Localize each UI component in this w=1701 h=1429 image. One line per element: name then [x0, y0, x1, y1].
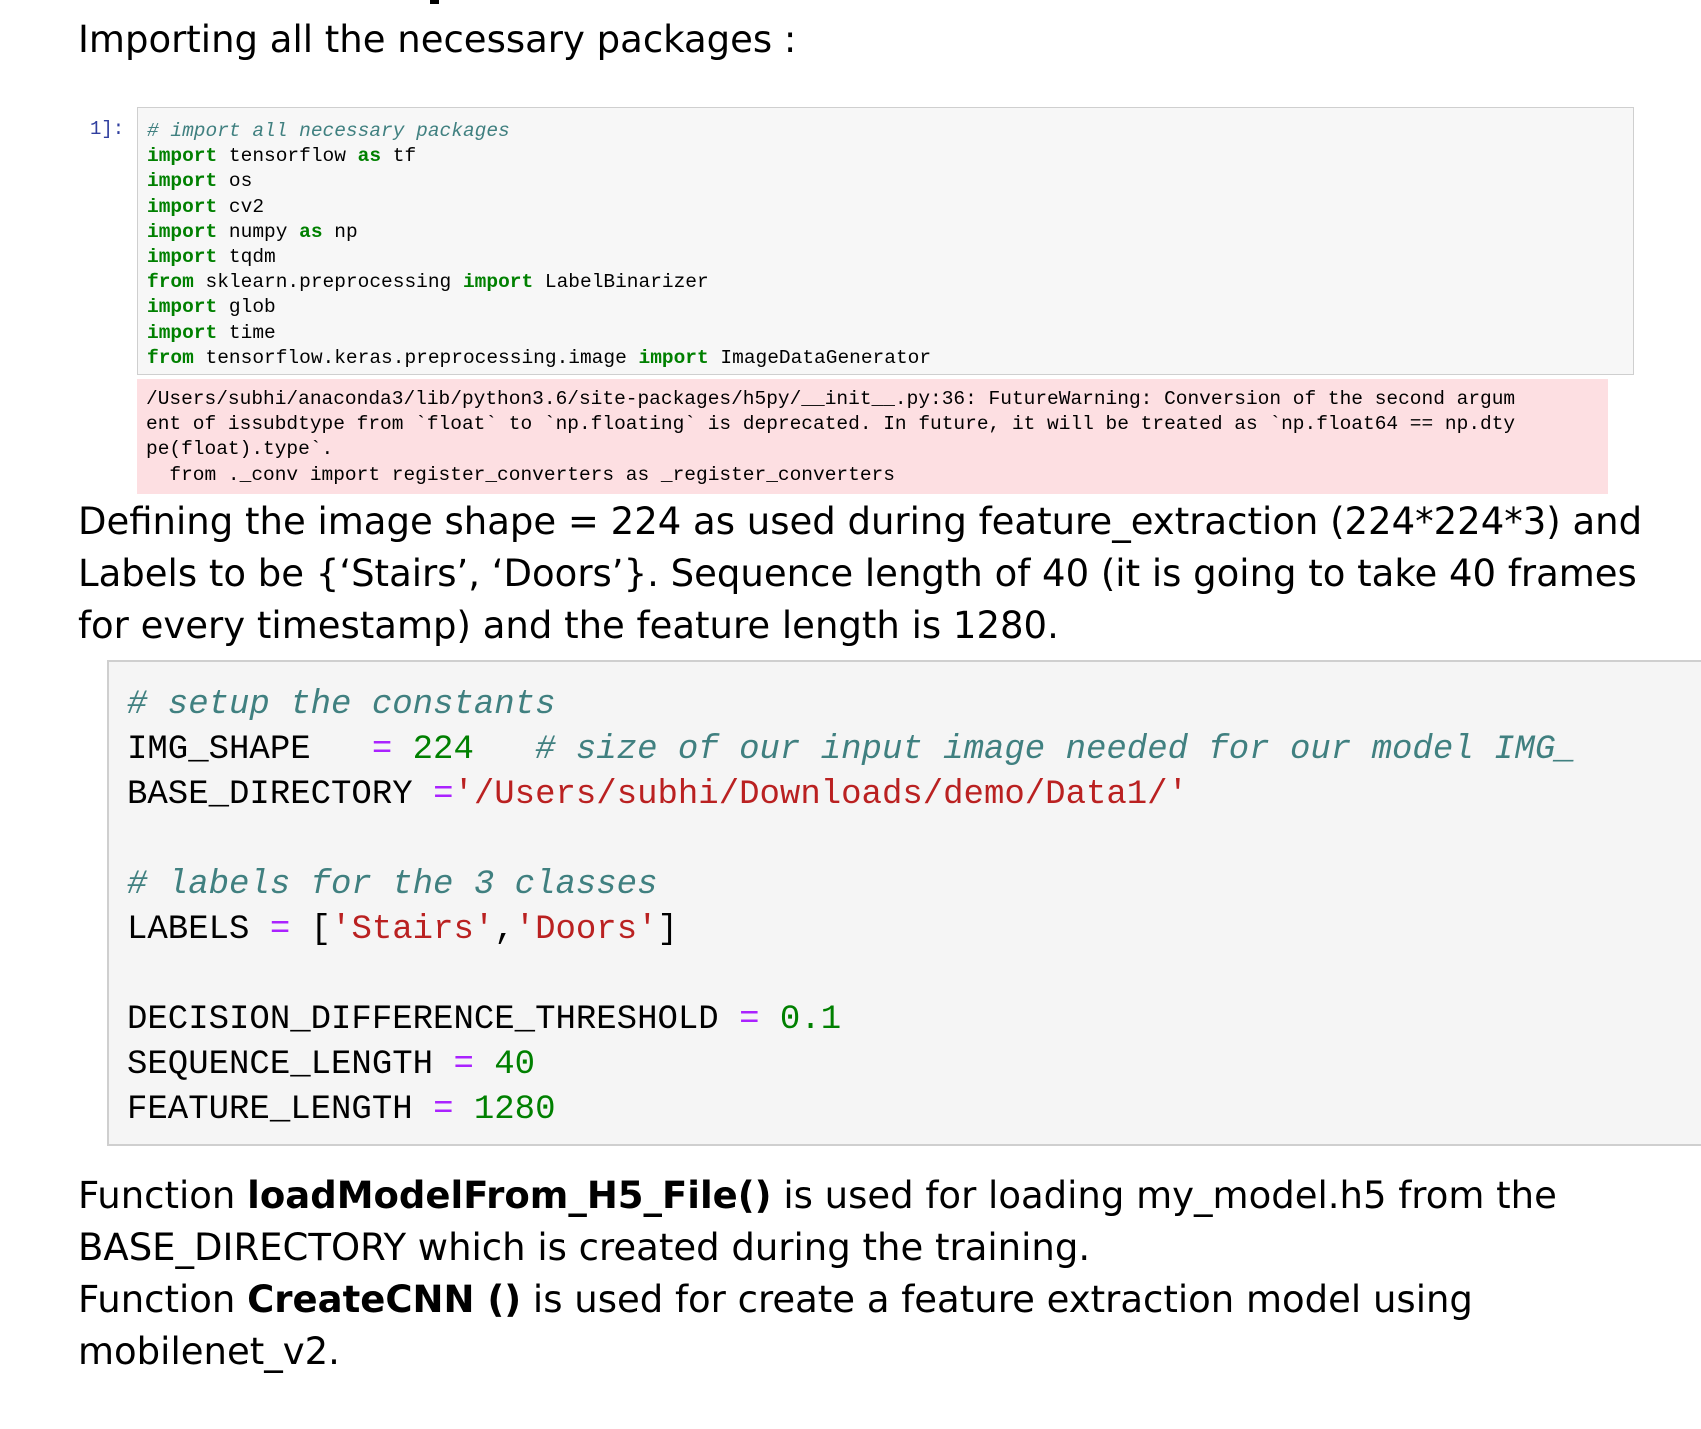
constants-code-token: LABELS	[127, 911, 270, 949]
imports-code-line: import tensorflow as tf	[147, 144, 1624, 169]
constants-code-token: [	[290, 911, 332, 949]
constants-code-token: =	[739, 1001, 760, 1039]
imports-code-token: import	[147, 246, 218, 269]
constants-code-token: =	[433, 1091, 454, 1129]
imports-code-line: import glob	[147, 295, 1624, 320]
constants-code-token: ]	[657, 911, 678, 949]
constants-code-token: IMG_SHAPE	[127, 731, 372, 769]
warning-text: /Users/subhi/anaconda3/lib/python3.6/sit…	[146, 388, 1516, 486]
imports-code-token: cv2	[217, 195, 265, 218]
imports-code-line: import numpy as np	[147, 220, 1624, 245]
imports-code-line: # import all necessary packages	[147, 119, 1624, 144]
constants-code-token: SEQUENCE_LENGTH	[127, 1046, 454, 1084]
imports-code-token: as	[299, 220, 323, 243]
constants-code-token: # labels for the 3 classes	[127, 866, 658, 904]
imports-code-token: time	[217, 321, 276, 344]
cropped-heading-fragment	[430, 0, 439, 4]
constants-code-token: # size of our input image needed for our…	[535, 731, 1576, 769]
imports-code-token: LabelBinarizer	[533, 271, 709, 294]
cell-prompt: 1]:	[90, 118, 125, 140]
constants-code-token	[453, 1091, 473, 1129]
constants-code-token: '/Users/subhi/Downloads/demo/Data1/'	[453, 776, 1188, 814]
function-cnn-prefix: Function	[78, 1278, 248, 1321]
imports-code-token: # import all necessary packages	[147, 120, 510, 142]
imports-code-token: from	[147, 346, 194, 369]
constants-code-line	[127, 953, 1701, 998]
code-constants: # setup the constants IMG_SHAPE = 224 # s…	[127, 683, 1701, 1133]
constants-code-token: # setup the constants	[127, 686, 556, 724]
constants-code-token	[474, 1046, 494, 1084]
imports-code-token: import	[147, 321, 218, 344]
constants-code-token: 224	[412, 731, 474, 769]
imports-code-token: ImageDataGenerator	[708, 346, 932, 369]
constants-code-token: 'Stairs'	[331, 911, 495, 949]
imports-code-token: tensorflow.keras.preprocessing.image	[193, 346, 639, 369]
imports-code-token: import	[147, 220, 218, 243]
paragraph-functions: Function loadModelFrom_H5_File() is used…	[78, 1170, 1668, 1378]
constants-code-token: =	[269, 911, 291, 949]
imports-code-token: sklearn.preprocessing	[193, 271, 463, 294]
imports-code-token: import	[147, 296, 218, 319]
imports-code-token: import	[147, 170, 218, 193]
code-imports: # import all necessary packages import te…	[147, 119, 1624, 371]
constants-code-token: 0.1	[779, 1001, 842, 1039]
imports-code-line: import cv2	[147, 195, 1624, 220]
imports-code-token: as	[357, 145, 382, 168]
function-load-name: loadModelFrom_H5_File()	[247, 1174, 772, 1217]
paragraph-constants: Defining the image shape = 224 as used d…	[78, 500, 1643, 647]
imports-code-token: numpy	[217, 220, 300, 243]
imports-code-token: tf	[381, 145, 417, 168]
constants-code-line: # setup the constants	[127, 683, 1701, 728]
imports-code-token: os	[217, 170, 253, 193]
imports-code-line: from tensorflow.keras.preprocessing.imag…	[147, 346, 1624, 371]
constants-code-token	[474, 731, 535, 769]
constants-code-token: DECISION_DIFFERENCE_THRESHOLD	[127, 1001, 740, 1039]
function-cnn-line: Function CreateCNN () is used for create…	[78, 1274, 1668, 1378]
constants-code-token: =	[433, 776, 454, 814]
constants-code-token: FEATURE_LENGTH	[127, 1091, 434, 1129]
imports-code-line: import tqdm	[147, 245, 1624, 270]
function-load-prefix: Function	[78, 1174, 248, 1217]
imports-code-token: np	[322, 220, 358, 243]
constants-code-line: # labels for the 3 classes	[127, 863, 1701, 908]
constants-code-line	[127, 818, 1701, 863]
code-cell-constants[interactable]: # setup the constants IMG_SHAPE = 224 # s…	[107, 660, 1701, 1146]
imports-code-line: import os	[147, 169, 1624, 194]
imports-code-token: import	[147, 195, 218, 218]
constants-code-line: BASE_DIRECTORY ='/Users/subhi/Downloads/…	[127, 773, 1701, 818]
imports-code-token: tqdm	[217, 246, 276, 269]
function-cnn-name: CreateCNN ()	[247, 1278, 522, 1321]
constants-code-token: 1280	[473, 1091, 556, 1129]
imports-code-line: import time	[147, 321, 1624, 346]
constants-code-token	[392, 731, 412, 769]
warning-output: /Users/subhi/anaconda3/lib/python3.6/sit…	[137, 379, 1608, 494]
constants-code-token: BASE_DIRECTORY	[127, 776, 434, 814]
constants-code-line: LABELS = ['Stairs','Doors']	[127, 908, 1701, 953]
constants-code-token: 40	[494, 1046, 536, 1084]
constants-code-line: SEQUENCE_LENGTH = 40	[127, 1043, 1701, 1088]
section-heading: Importing all the necessary packages :	[78, 18, 797, 61]
imports-code-token: glob	[217, 296, 276, 319]
constants-code-line: DECISION_DIFFERENCE_THRESHOLD = 0.1	[127, 998, 1701, 1043]
imports-code-line: from sklearn.preprocessing import LabelB…	[147, 270, 1624, 295]
imports-code-token: tensorflow	[217, 145, 358, 168]
constants-code-token: 'Doors'	[514, 911, 658, 949]
imports-code-token: import	[147, 145, 218, 168]
imports-code-token: import	[462, 271, 534, 294]
constants-code-token: =	[453, 1046, 474, 1084]
constants-code-token	[760, 1001, 780, 1039]
imports-code-token: from	[147, 271, 194, 294]
constants-code-token: ,	[494, 911, 515, 949]
constants-code-line: IMG_SHAPE = 224 # size of our input imag…	[127, 728, 1701, 773]
imports-code-token: import	[638, 346, 709, 369]
code-cell-imports[interactable]: # import all necessary packages import te…	[137, 107, 1634, 375]
function-load-line: Function loadModelFrom_H5_File() is used…	[78, 1170, 1668, 1274]
constants-code-token: =	[371, 731, 393, 769]
constants-code-line: FEATURE_LENGTH = 1280	[127, 1088, 1701, 1133]
